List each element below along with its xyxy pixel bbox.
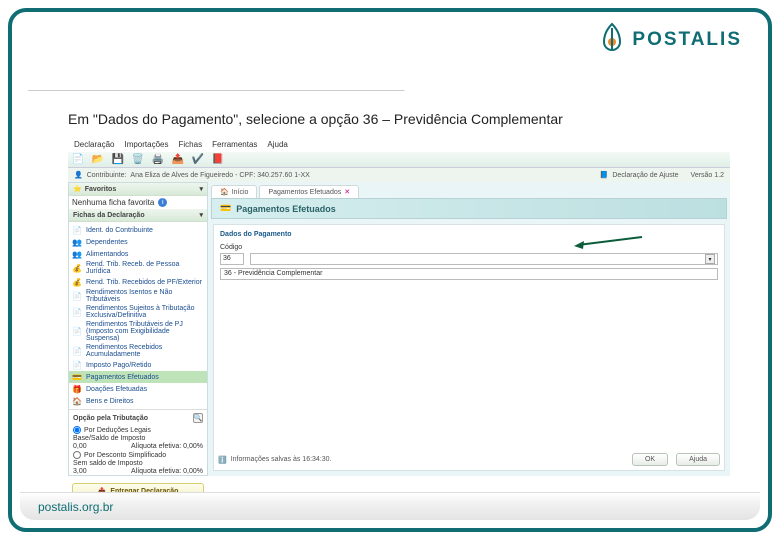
check-icon[interactable]: ✔️ <box>192 154 204 166</box>
tabs: 🏠Início Pagamentos Efetuados✕ <box>208 182 730 198</box>
footer-url: postalis.org.br <box>38 500 113 514</box>
codigo-input[interactable]: 36 <box>220 253 244 265</box>
sidebar-item-suspensa[interactable]: 📄Rendimentos Tributáveis de PJ (Imposto … <box>69 320 207 343</box>
close-tab-icon[interactable]: ✕ <box>344 188 350 196</box>
collapse-icon[interactable]: ▾ <box>199 185 203 193</box>
codigo-description: 36 - Previdência Complementar <box>220 268 718 280</box>
chevron-down-icon[interactable]: ▾ <box>705 254 715 264</box>
page-icon: 📄 <box>72 225 82 235</box>
sidebar-item-imposto[interactable]: 📄Imposto Pago/Retido <box>69 359 207 371</box>
no-favorite: Nenhuma ficha favorita i <box>69 196 207 209</box>
codigo-select[interactable]: ▾ <box>250 253 718 265</box>
sidebar: ⭐ Favoritos ▾ Nenhuma ficha favorita i F… <box>68 182 208 476</box>
sidebar-item-exclusiva[interactable]: 📄Rendimentos Sujeitos à Tributação Exclu… <box>69 304 207 320</box>
people-icon: 👥 <box>72 249 82 259</box>
home-icon: 🏠 <box>220 188 229 196</box>
dados-pagamento-card: Dados do Pagamento Código 36 ▾ 36 - Prev… <box>213 224 725 471</box>
dados-pagamento-label: Dados do Pagamento <box>220 231 718 238</box>
card-footer: ℹ️ Informações salvas às 16:34:30. OK Aj… <box>218 453 720 466</box>
page-icon: 📄 <box>72 360 82 370</box>
favoritos-header[interactable]: ⭐ Favoritos ▾ <box>69 183 207 196</box>
fichas-header[interactable]: Fichas da Declaração ▾ <box>69 209 207 222</box>
coin-icon: 💰 <box>72 277 82 287</box>
menu-bar[interactable]: Declaração Importações Fichas Ferramenta… <box>68 138 730 152</box>
tipo-declaracao: Declaração de Ajuste <box>612 172 678 179</box>
brand-logo-block: POSTALIS <box>598 22 742 58</box>
doc-icon: 📘 <box>600 171 609 179</box>
status-line: 👤 Contribuinte: Ana Eliza de Alves de Fi… <box>68 168 730 182</box>
brand-name: POSTALIS <box>632 29 742 51</box>
page-icon: 📄 <box>72 307 82 317</box>
versao: Versão 1.2 <box>691 172 724 179</box>
slide-footer: postalis.org.br <box>20 492 760 520</box>
contribuinte-label: Contribuinte: <box>87 172 127 179</box>
sidebar-item-acumulados[interactable]: 📄Rendimentos Recebidos Acumuladamente <box>69 343 207 359</box>
contribuinte-value: Ana Eliza de Alves de Figueiredo - CPF: … <box>130 172 309 179</box>
person-icon: 👤 <box>74 171 83 179</box>
save-info: Informações salvas às 16:34:30. <box>231 456 332 463</box>
panel-title: 💳 Pagamentos Efetuados <box>211 198 727 219</box>
open-icon[interactable]: 📂 <box>92 154 104 166</box>
postalis-logo-icon <box>598 22 626 58</box>
sidebar-item-doacoes[interactable]: 🎁Doações Efetuadas <box>69 383 207 395</box>
menu-item[interactable]: Declaração <box>74 140 114 150</box>
tab-inicio[interactable]: 🏠Início <box>211 185 257 198</box>
sidebar-item-isentos[interactable]: 📄Rendimentos Isentos e Não Tributáveis <box>69 288 207 304</box>
header-divider <box>28 90 752 91</box>
save-icon[interactable]: 💾 <box>112 154 124 166</box>
ok-button[interactable]: OK <box>632 453 668 466</box>
menu-item[interactable]: Ferramentas <box>212 140 257 150</box>
print-icon[interactable]: 🖨️ <box>152 154 164 166</box>
pdf-icon[interactable]: 📕 <box>212 154 224 166</box>
fichas-tree: 📄Ident. do Contribuinte 👥Dependentes 👥Al… <box>69 222 207 409</box>
sidebar-item-ident[interactable]: 📄Ident. do Contribuinte <box>69 224 207 236</box>
main-area: 🏠Início Pagamentos Efetuados✕ 💳 Pagament… <box>208 182 730 476</box>
sidebar-item-pagamentos[interactable]: 💳Pagamentos Efetuados <box>69 371 207 383</box>
card-icon: 💳 <box>220 203 231 214</box>
toolbar: 📄 📂 💾 🗑️ 🖨️ 📤 ✔️ 📕 <box>68 152 730 168</box>
coin-icon: 💰 <box>72 263 82 273</box>
opcao-tributacao: Opção pela Tributação 🔍 Por Deduções Leg… <box>69 409 207 479</box>
menu-item[interactable]: Fichas <box>179 140 203 150</box>
sidebar-item-bens[interactable]: 🏠Bens e Direitos <box>69 395 207 407</box>
info-icon[interactable]: i <box>158 198 167 207</box>
tab-pagamentos[interactable]: Pagamentos Efetuados✕ <box>259 185 359 198</box>
info-icon: ℹ️ <box>218 456 227 464</box>
codigo-label: Código <box>220 244 718 251</box>
new-icon[interactable]: 📄 <box>72 154 84 166</box>
gift-icon: 🎁 <box>72 384 82 394</box>
search-icon[interactable]: 🔍 <box>193 413 203 423</box>
sidebar-item-alimentandos[interactable]: 👥Alimentandos <box>69 248 207 260</box>
page-icon: 📄 <box>72 327 82 337</box>
sidebar-item-rend-pf[interactable]: 💰Rend. Trib. Recebidos de PF/Exterior <box>69 276 207 288</box>
radio-simplificado[interactable]: Por Desconto Simplificado <box>73 451 203 459</box>
sidebar-item-dependentes[interactable]: 👥Dependentes <box>69 236 207 248</box>
page-icon: 📄 <box>72 346 82 356</box>
house-icon: 🏠 <box>72 396 82 406</box>
menu-item[interactable]: Ajuda <box>267 140 287 150</box>
doc-icon: 💳 <box>72 372 82 382</box>
collapse-icon[interactable]: ▾ <box>199 211 203 219</box>
radio-deducoes[interactable]: Por Deduções Legais <box>73 426 203 434</box>
page-icon: 📄 <box>72 291 82 301</box>
star-icon: ⭐ <box>73 185 82 193</box>
menu-item[interactable]: Importações <box>124 140 168 150</box>
delete-icon[interactable]: 🗑️ <box>132 154 144 166</box>
slide-instruction: Em "Dados do Pagamento", selecione a opç… <box>68 111 563 127</box>
people-icon: 👥 <box>72 237 82 247</box>
export-icon[interactable]: 📤 <box>172 154 184 166</box>
ajuda-button[interactable]: Ajuda <box>676 453 720 466</box>
irpf-app-window: Declaração Importações Fichas Ferramenta… <box>68 138 730 476</box>
sidebar-item-rend-pj[interactable]: 💰Rend. Trib. Receb. de Pessoa Jurídica <box>69 260 207 276</box>
